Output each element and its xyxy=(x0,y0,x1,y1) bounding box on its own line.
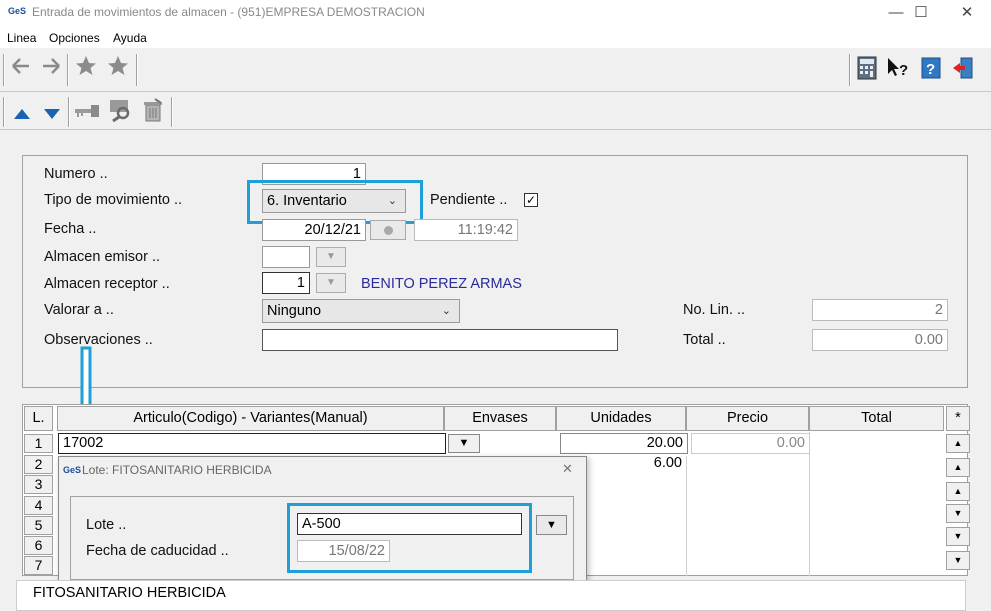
menu-bar xyxy=(0,26,991,48)
grid-header-precio[interactable]: Precio xyxy=(686,406,809,431)
row1-precio-cell[interactable]: 0.00 xyxy=(691,433,810,454)
lote-input[interactable]: A-500 xyxy=(297,513,522,535)
lote-dropdown-icon[interactable]: ▼ xyxy=(536,515,567,535)
exit-door-icon[interactable] xyxy=(950,56,976,84)
toolbar-separator xyxy=(68,97,70,127)
almacen-emisor-label: Almacen emisor .. xyxy=(44,249,161,265)
header-form-panel xyxy=(22,155,968,388)
row-number[interactable]: 5 xyxy=(24,516,53,535)
toolbar-separator xyxy=(849,54,851,86)
search-records-icon[interactable] xyxy=(107,98,135,124)
lote-label: Lote .. xyxy=(86,517,127,533)
no-lin-label: No. Lin. .. xyxy=(683,302,746,318)
no-lin-field: 2 xyxy=(812,299,948,321)
almacen-receptor-label: Almacen receptor .. xyxy=(44,276,170,292)
row-number[interactable]: 1 xyxy=(24,434,53,453)
toolbar-navigation xyxy=(0,48,991,92)
move-up-icon[interactable] xyxy=(10,98,34,124)
observaciones-field[interactable] xyxy=(262,329,618,351)
window-title: Entrada de movimientos de almacen - (951… xyxy=(32,5,425,19)
row-number[interactable]: 6 xyxy=(24,536,53,555)
grid-header-line[interactable]: L. xyxy=(24,406,53,431)
maximize-button[interactable]: ☐ xyxy=(898,2,944,24)
almacen-receptor-name: BENITO PEREZ ARMAS xyxy=(361,276,522,292)
grid-header-star[interactable]: * xyxy=(946,406,970,431)
tipo-movimiento-select[interactable]: 6. Inventario ⌄ xyxy=(262,189,406,213)
row-number[interactable]: 4 xyxy=(24,496,53,515)
toolbar-separator xyxy=(3,54,5,86)
numero-label: Numero .. xyxy=(44,166,108,182)
row1-articulo-dropdown-icon[interactable]: ▼ xyxy=(448,434,480,453)
valorar-value: Ninguno xyxy=(267,303,322,319)
delete-bin-icon[interactable] xyxy=(139,98,167,124)
toolbar-separator xyxy=(3,97,5,127)
scroll-up-icon[interactable]: ▲ xyxy=(946,482,970,501)
grid-header-envases[interactable]: Envases xyxy=(444,406,556,431)
scroll-bottom-icon[interactable]: ▼ xyxy=(946,551,970,570)
scroll-top-icon[interactable]: ▲ xyxy=(946,434,970,453)
almacen-receptor-field[interactable]: 1 xyxy=(262,272,310,294)
svg-text:?: ? xyxy=(926,61,935,78)
caducidad-label: Fecha de caducidad .. xyxy=(86,543,229,559)
scroll-page-down-icon[interactable]: ▼ xyxy=(946,527,970,546)
valorar-select[interactable]: Ninguno ⌄ xyxy=(262,299,460,323)
svg-text:?: ? xyxy=(899,62,908,79)
date-picker-button[interactable] xyxy=(370,220,406,240)
total-label: Total .. xyxy=(683,332,726,348)
scroll-page-up-icon[interactable]: ▲ xyxy=(946,458,970,477)
dialog-title: Lote: FITOSANITARIO HERBICIDA xyxy=(82,463,272,477)
pendiente-checkbox[interactable]: ✓ xyxy=(524,193,538,207)
almacen-receptor-dropdown-icon[interactable]: ▼ xyxy=(316,273,346,293)
caducidad-field: 15/08/22 xyxy=(297,540,390,562)
almacen-emisor-dropdown-icon[interactable]: ▼ xyxy=(316,247,346,267)
chevron-down-icon: ⌄ xyxy=(441,305,451,317)
toolbar-separator xyxy=(171,97,173,127)
grid-header-unidades[interactable]: Unidades xyxy=(556,406,686,431)
status-bar: FITOSANITARIO HERBICIDA xyxy=(16,580,966,611)
fecha-label: Fecha .. xyxy=(44,221,97,237)
toolbar-separator xyxy=(67,54,69,86)
close-button[interactable]: ✕ xyxy=(944,2,990,24)
forward-arrow-icon[interactable] xyxy=(38,54,64,84)
back-arrow-icon[interactable] xyxy=(8,54,34,84)
almacen-emisor-field[interactable] xyxy=(262,246,310,268)
grid-header-articulo[interactable]: Articulo(Codigo) - Variantes(Manual) xyxy=(57,406,444,431)
fecha-date-field[interactable]: 20/12/21 xyxy=(262,219,366,241)
row1-unidades-cell[interactable]: 20.00 xyxy=(560,433,688,454)
context-help-icon[interactable]: ? xyxy=(884,56,910,84)
dialog-close-icon[interactable]: ✕ xyxy=(562,461,573,477)
tipo-movimiento-value: 6. Inventario xyxy=(267,193,347,209)
date-picker-dot-icon xyxy=(384,226,393,235)
chevron-down-icon: ⌄ xyxy=(387,195,397,207)
help-icon[interactable]: ? xyxy=(918,56,944,84)
valorar-label: Valorar a .. xyxy=(44,302,114,318)
menu-linea[interactable]: Linea xyxy=(7,31,36,45)
total-field: 0.00 xyxy=(812,329,948,351)
toolbar-separator xyxy=(136,54,138,86)
row1-articulo-input[interactable]: 17002 xyxy=(58,433,446,454)
calculator-icon[interactable] xyxy=(854,56,880,84)
row-number[interactable]: 7 xyxy=(24,556,53,575)
key-icon[interactable] xyxy=(73,98,101,124)
pendiente-label: Pendiente .. xyxy=(430,192,508,208)
favorites-list-star-icon[interactable] xyxy=(104,54,132,84)
row-number[interactable]: 3 xyxy=(24,475,53,494)
favorite-star-icon[interactable] xyxy=(72,54,100,84)
menu-ayuda[interactable]: Ayuda xyxy=(113,31,147,45)
row-number[interactable]: 2 xyxy=(24,455,53,474)
menu-opciones[interactable]: Opciones xyxy=(49,31,100,45)
scroll-down-icon[interactable]: ▼ xyxy=(946,504,970,523)
fecha-time-field: 11:19:42 xyxy=(414,219,518,241)
grid-header-total[interactable]: Total xyxy=(809,406,944,431)
dialog-app-logo: GeS xyxy=(63,465,82,475)
column-divider xyxy=(686,456,687,576)
move-down-icon[interactable] xyxy=(40,98,64,124)
app-logo: GeS xyxy=(8,6,27,16)
tipo-movimiento-label: Tipo de movimiento .. xyxy=(44,192,183,208)
